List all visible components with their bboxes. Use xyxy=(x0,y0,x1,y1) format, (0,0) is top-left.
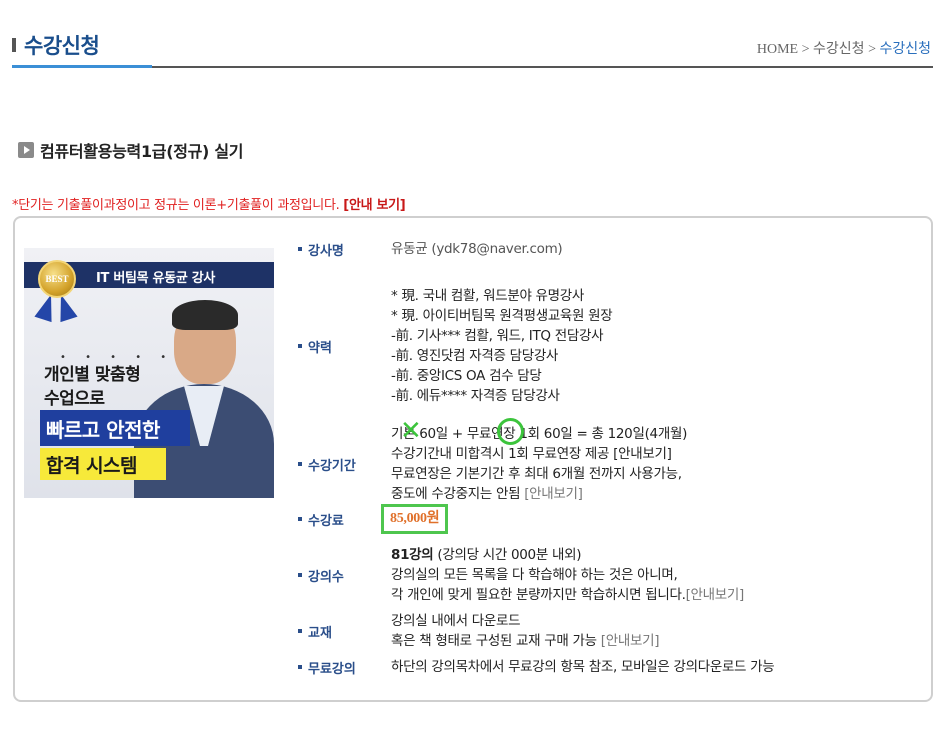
play-icon xyxy=(18,142,34,158)
textbook-guide-link[interactable]: [안내보기] xyxy=(601,633,660,649)
fee-value: 85,000원 xyxy=(381,504,449,534)
label-text: 무료강의 xyxy=(308,661,356,677)
label-text: 교재 xyxy=(308,625,332,641)
info-row-instructor: 강사명 유동균 (ydk78@naver.com) xyxy=(298,239,563,259)
career-list: * 現. 국내 컴활, 워드분야 유명강사 * 現. 아이티버팀목 원격평생교육… xyxy=(391,286,613,406)
bullet-icon xyxy=(298,573,302,577)
banner-line2: 수업으로 xyxy=(44,389,105,409)
instructor-banner: IT 버팀목 유동균 강사 BEST • • • • • 개인별 맞춤형 수업으… xyxy=(24,248,274,498)
bullet-icon xyxy=(298,247,302,251)
notice-text: *단기는 기출풀이과정이고 정규는 이론+기출풀이 과정입니다. xyxy=(12,198,344,213)
bullet-icon xyxy=(298,517,302,521)
lectures-guide-link[interactable]: [안내보기] xyxy=(686,587,745,603)
banner-line1: 개인별 맞춤형 xyxy=(44,365,141,385)
course-title: 컴퓨터활용능력1급(정규) 실기 xyxy=(40,142,244,161)
lecture-count: 81강의 xyxy=(391,547,434,563)
period-line3: 무료연장은 기본기간 후 최대 6개월 전까지 사용가능, xyxy=(391,466,682,482)
breadcrumb: HOME > 수강신청 > 수강신청 xyxy=(757,38,931,58)
info-label: 무료강의 xyxy=(298,657,391,677)
info-label: 수강기간 xyxy=(298,424,391,504)
info-row-fee: 수강료 85,000원 xyxy=(298,504,449,534)
notice-guide-link[interactable]: [안내 보기] xyxy=(343,198,405,213)
info-label: 약력 xyxy=(298,286,391,406)
period-line4: 중도에 수강중지는 안됨 [안내보기] xyxy=(391,484,687,504)
textbook-line1: 강의실 내에서 다운로드 xyxy=(391,613,521,629)
banner-highlight-yellow: 합격 시스템 xyxy=(40,448,166,480)
info-row-textbook: 교재 강의실 내에서 다운로드 혹은 책 형태로 구성된 교재 구매 가능 [안… xyxy=(298,611,659,651)
bullet-icon xyxy=(298,665,302,669)
info-label: 수강료 xyxy=(298,504,391,534)
banner-highlight-blue: 빠르고 안전한 xyxy=(40,410,190,446)
info-label: 강의수 xyxy=(298,545,391,605)
info-row-free: 무료강의 하단의 강의목차에서 무료강의 항목 참조, 모바일은 강의다운로드 … xyxy=(298,657,775,677)
textbook-line2: 혹은 책 형태로 구성된 교재 구매 가능 [안내보기] xyxy=(391,631,659,651)
lectures-line1: 81강의 (강의당 시간 000분 내외) xyxy=(391,545,744,565)
label-text: 수강기간 xyxy=(308,458,356,474)
title-bar-marker xyxy=(12,38,16,52)
label-text: 강사명 xyxy=(308,243,344,259)
label-text: 약력 xyxy=(308,340,332,356)
career-line: -前. 에듀**** 자격증 담당강사 xyxy=(391,388,560,404)
info-row-period: 수강기간 기본 60일 + 무료연장 1회 60일 = 총 120일(4개월) … xyxy=(298,424,687,504)
career-line: * 現. 아이티버팀목 원격평생교육원 원장 xyxy=(391,308,613,324)
period-line2-text: 수강기간내 미합격시 1회 무료연장 제공 xyxy=(391,446,614,462)
bullet-icon xyxy=(298,462,302,466)
lectures-value: 81강의 (강의당 시간 000분 내외) 강의실의 모든 목록을 다 학습해야… xyxy=(391,545,744,605)
career-line: -前. 중앙ICS OA 검수 담당 xyxy=(391,368,542,384)
career-line: -前. 기사*** 컴활, 워드, ITQ 전담강사 xyxy=(391,328,604,344)
textbook-line2-text: 혹은 책 형태로 구성된 교재 구매 가능 xyxy=(391,633,601,649)
breadcrumb-separator: > xyxy=(864,42,880,57)
breadcrumb-parent[interactable]: 수강신청 xyxy=(813,42,865,57)
textbook-value: 강의실 내에서 다운로드 혹은 책 형태로 구성된 교재 구매 가능 [안내보기… xyxy=(391,611,659,651)
label-text: 강의수 xyxy=(308,569,344,585)
breadcrumb-separator: > xyxy=(798,42,814,57)
page-header: 수강신청 HOME > 수강신청 > 수강신청 xyxy=(12,0,933,68)
period-line4-text: 중도에 수강중지는 안됨 xyxy=(391,486,525,502)
bullet-icon xyxy=(298,344,302,348)
period-guide-link[interactable]: [안내보기] xyxy=(613,446,672,462)
free-lecture-value: 하단의 강의목차에서 무료강의 항목 참조, 모바일은 강의다운로드 가능 xyxy=(391,659,775,675)
annotation-circle-mark xyxy=(497,418,524,445)
lecture-count-note: (강의당 시간 000분 내외) xyxy=(433,547,582,563)
annotation-x-mark: ✕ xyxy=(400,416,422,446)
badge-text: BEST xyxy=(45,274,69,284)
period-line1: 기본 60일 + 무료연장 1회 60일 = 총 120일(4개월) xyxy=(391,426,688,442)
label-text: 수강료 xyxy=(308,513,344,529)
instructor-photo-hair xyxy=(172,300,238,330)
best-medal-icon: BEST xyxy=(38,260,76,298)
info-label: 교재 xyxy=(298,611,391,651)
breadcrumb-current: 수강신청 xyxy=(879,42,931,57)
header-accent-line xyxy=(12,65,152,68)
course-heading: 컴퓨터활용능력1급(정규) 실기 xyxy=(18,138,243,162)
career-line: -前. 영진닷컴 자격증 담당강사 xyxy=(391,348,559,364)
page-title: 수강신청 xyxy=(24,34,100,58)
lectures-line3: 각 개인에 맞게 필요한 분량까지만 학습하시면 됩니다.[안내보기] xyxy=(391,585,744,605)
bullet-icon xyxy=(298,629,302,633)
lectures-line2: 강의실의 모든 목록을 다 학습해야 하는 것은 아니며, xyxy=(391,567,678,583)
career-line: * 現. 국내 컴활, 워드분야 유명강사 xyxy=(391,288,585,304)
info-label: 강사명 xyxy=(298,239,391,259)
info-row-lectures: 강의수 81강의 (강의당 시간 000분 내외) 강의실의 모든 목록을 다 … xyxy=(298,545,744,605)
period-line2: 수강기간내 미합격시 1회 무료연장 제공 [안내보기] xyxy=(391,444,687,464)
instructor-value: 유동균 (ydk78@naver.com) xyxy=(391,241,563,257)
breadcrumb-home[interactable]: HOME xyxy=(757,42,798,57)
period-value: 기본 60일 + 무료연장 1회 60일 = 총 120일(4개월) 수강기간내… xyxy=(391,424,687,504)
fee-value-wrap: 85,000원 xyxy=(381,504,449,534)
period-stop-guide-link[interactable]: [안내보기] xyxy=(524,486,583,502)
banner-strip-text: IT 버팀목 유동균 강사 xyxy=(96,271,216,286)
lectures-line3-text: 각 개인에 맞게 필요한 분량까지만 학습하시면 됩니다. xyxy=(391,587,686,603)
info-row-career: 약력 * 現. 국내 컴활, 워드분야 유명강사 * 現. 아이티버팀목 원격평… xyxy=(298,286,613,406)
course-notice: *단기는 기출풀이과정이고 정규는 이론+기출풀이 과정입니다. [안내 보기] xyxy=(12,194,406,213)
